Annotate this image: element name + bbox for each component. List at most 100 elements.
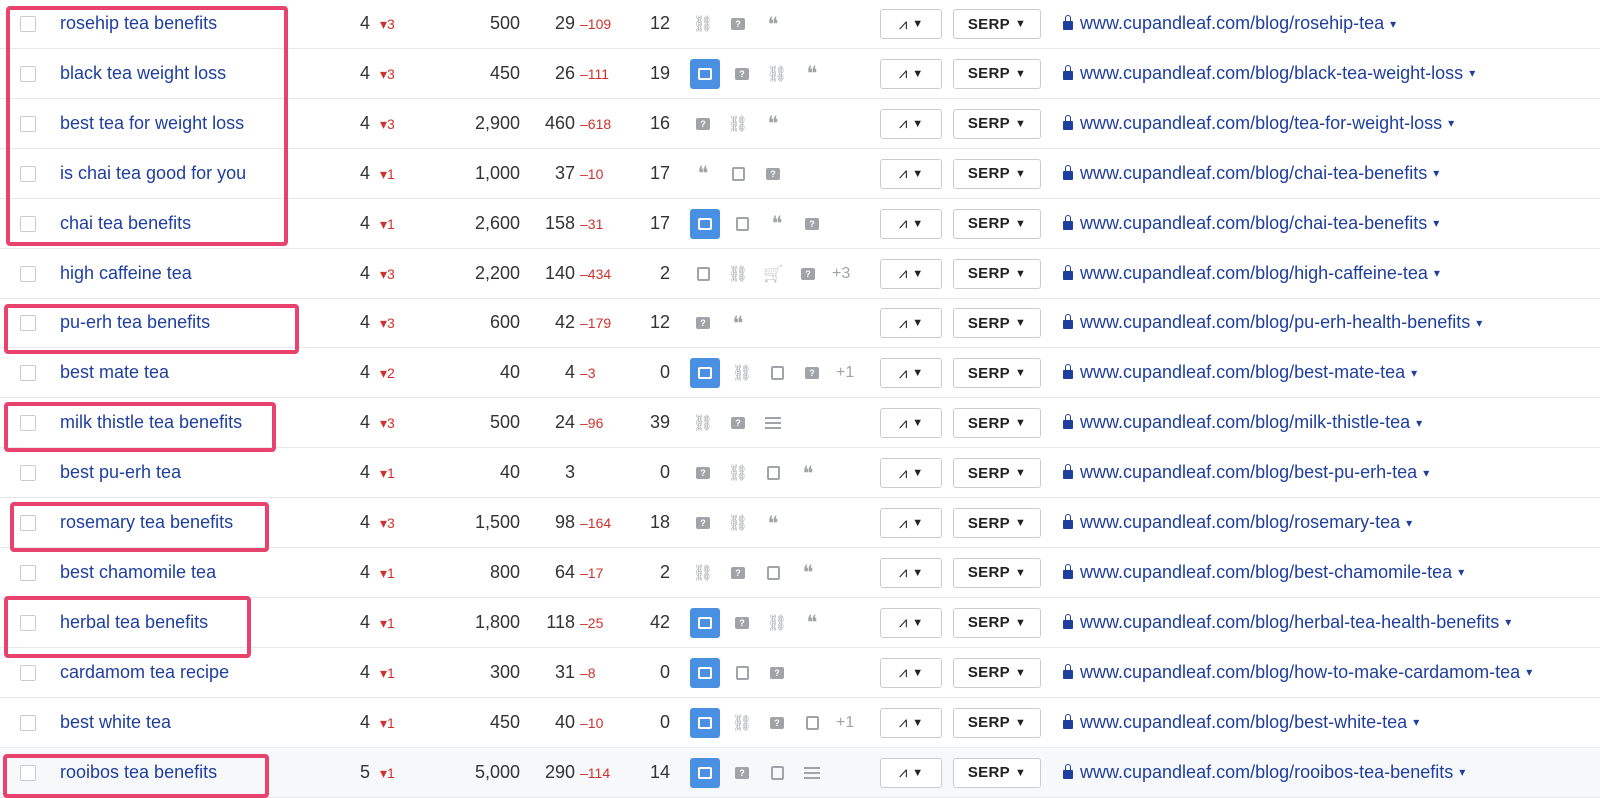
serp-button[interactable]: SERP ▼	[953, 358, 1041, 389]
url-link[interactable]: www.cupandleaf.com/blog/milk-thistle-tea…	[1063, 412, 1422, 433]
position-history-button[interactable]: ⩘ ▼	[880, 408, 942, 439]
chevron-down-icon[interactable]: ▾	[1433, 216, 1439, 230]
url-link[interactable]: www.cupandleaf.com/blog/how-to-make-card…	[1063, 662, 1532, 683]
position-history-button[interactable]: ⩘ ▼	[880, 657, 942, 688]
chevron-down-icon[interactable]: ▾	[1406, 516, 1412, 530]
chevron-down-icon[interactable]: ▾	[1459, 765, 1465, 779]
url-link[interactable]: www.cupandleaf.com/blog/best-white-tea ▾	[1063, 712, 1419, 733]
position-history-button[interactable]: ⩘ ▼	[880, 557, 942, 588]
chevron-down-icon[interactable]: ▾	[1433, 166, 1439, 180]
url-link[interactable]: www.cupandleaf.com/blog/rosemary-tea ▾	[1063, 512, 1412, 533]
serp-button[interactable]: SERP ▼	[953, 408, 1041, 439]
chevron-down-icon[interactable]: ▾	[1434, 266, 1440, 280]
chevron-down-icon[interactable]: ▾	[1413, 715, 1419, 729]
url-link[interactable]: www.cupandleaf.com/blog/chai-tea-benefit…	[1063, 163, 1439, 184]
serp-button[interactable]: SERP ▼	[953, 9, 1041, 39]
position-history-button[interactable]: ⩘ ▼	[880, 358, 942, 389]
url-link[interactable]: www.cupandleaf.com/blog/rosehip-tea ▾	[1063, 13, 1396, 34]
serp-button[interactable]: SERP ▼	[953, 657, 1041, 688]
serp-button[interactable]: SERP ▼	[953, 707, 1041, 738]
chevron-down-icon[interactable]: ▾	[1526, 665, 1532, 679]
serp-button[interactable]: SERP ▼	[953, 158, 1041, 189]
row-checkbox[interactable]	[20, 16, 36, 32]
serp-button[interactable]: SERP ▼	[953, 557, 1041, 588]
keyword-link[interactable]: black tea weight loss	[60, 63, 226, 84]
keyword-link[interactable]: best tea for weight loss	[60, 113, 244, 134]
row-checkbox[interactable]	[20, 515, 36, 531]
serp-features-more[interactable]: +1	[836, 714, 854, 732]
serp-button[interactable]: SERP ▼	[953, 308, 1041, 339]
keyword-link[interactable]: rosehip tea benefits	[60, 13, 217, 34]
keyword-link[interactable]: pu-erh tea benefits	[60, 312, 210, 333]
row-checkbox[interactable]	[20, 265, 36, 282]
serp-button[interactable]: SERP ▼	[953, 607, 1041, 638]
row-checkbox[interactable]	[20, 315, 36, 332]
traffic-change: –17	[580, 564, 604, 581]
keyword-link[interactable]: best pu-erh tea	[60, 462, 181, 483]
keyword-link[interactable]: best chamomile tea	[60, 562, 216, 583]
position-history-button[interactable]: ⩘ ▼	[880, 108, 942, 139]
row-checkbox[interactable]	[20, 365, 36, 382]
keyword-link[interactable]: high caffeine tea	[60, 263, 192, 284]
row-checkbox[interactable]	[20, 564, 36, 581]
row-checkbox[interactable]	[20, 664, 36, 681]
serp-features-more[interactable]: +1	[836, 364, 854, 382]
row-checkbox[interactable]	[20, 614, 36, 631]
keyword-link[interactable]: cardamom tea recipe	[60, 662, 229, 683]
row-checkbox[interactable]	[20, 714, 36, 731]
keyword-link[interactable]: rosemary tea benefits	[60, 512, 233, 533]
row-checkbox[interactable]	[20, 215, 36, 232]
position-history-button[interactable]: ⩘ ▼	[880, 58, 942, 89]
chevron-down-icon[interactable]: ▾	[1458, 565, 1464, 579]
serp-button[interactable]: SERP ▼	[953, 208, 1041, 239]
url-link[interactable]: www.cupandleaf.com/blog/herbal-tea-healt…	[1063, 612, 1511, 633]
url-link[interactable]: www.cupandleaf.com/blog/best-pu-erh-tea ▾	[1063, 462, 1429, 483]
position-history-button[interactable]: ⩘ ▼	[880, 508, 942, 538]
position-history-button[interactable]: ⩘ ▼	[880, 208, 942, 239]
position-history-button[interactable]: ⩘ ▼	[880, 158, 942, 189]
position-history-button[interactable]: ⩘ ▼	[880, 308, 942, 339]
serp-features-more[interactable]: +3	[832, 265, 850, 283]
keyword-link[interactable]: best mate tea	[60, 362, 169, 383]
keyword-link[interactable]: best white tea	[60, 712, 171, 733]
serp-button[interactable]: SERP ▼	[953, 757, 1041, 788]
position-history-button[interactable]: ⩘ ▼	[880, 458, 942, 489]
serp-button[interactable]: SERP ▼	[953, 458, 1041, 489]
row-checkbox[interactable]	[20, 465, 36, 482]
url-link[interactable]: www.cupandleaf.com/blog/best-mate-tea ▾	[1063, 362, 1417, 383]
url-link[interactable]: www.cupandleaf.com/blog/tea-for-weight-l…	[1063, 113, 1454, 134]
row-checkbox[interactable]	[20, 115, 36, 132]
row-checkbox[interactable]	[20, 764, 36, 781]
url-link[interactable]: www.cupandleaf.com/blog/best-chamomile-t…	[1063, 562, 1464, 583]
keyword-link[interactable]: chai tea benefits	[60, 213, 191, 234]
position-history-button[interactable]: ⩘ ▼	[880, 757, 942, 788]
serp-button[interactable]: SERP ▼	[953, 508, 1041, 538]
chevron-down-icon[interactable]: ▾	[1448, 116, 1454, 130]
serp-button[interactable]: SERP ▼	[953, 258, 1041, 289]
position-history-button[interactable]: ⩘ ▼	[880, 707, 942, 738]
chevron-down-icon[interactable]: ▾	[1476, 316, 1482, 330]
row-checkbox[interactable]	[20, 65, 36, 82]
serp-button[interactable]: SERP ▼	[953, 58, 1041, 89]
url-link[interactable]: www.cupandleaf.com/blog/chai-tea-benefit…	[1063, 213, 1439, 234]
row-checkbox[interactable]	[20, 415, 36, 432]
url-link[interactable]: www.cupandleaf.com/blog/high-caffeine-te…	[1063, 263, 1440, 284]
url-link[interactable]: www.cupandleaf.com/blog/pu-erh-health-be…	[1063, 312, 1482, 333]
keyword-link[interactable]: milk thistle tea benefits	[60, 412, 242, 433]
position-history-button[interactable]: ⩘ ▼	[880, 258, 942, 289]
keyword-link[interactable]: herbal tea benefits	[60, 612, 208, 633]
chevron-down-icon[interactable]: ▾	[1416, 416, 1422, 430]
chevron-down-icon[interactable]: ▾	[1423, 466, 1429, 480]
keyword-link[interactable]: rooibos tea benefits	[60, 762, 217, 783]
serp-button[interactable]: SERP ▼	[953, 108, 1041, 139]
url-link[interactable]: www.cupandleaf.com/blog/black-tea-weight…	[1063, 63, 1475, 84]
chevron-down-icon[interactable]: ▾	[1390, 17, 1396, 31]
chevron-down-icon[interactable]: ▾	[1411, 366, 1417, 380]
keyword-link[interactable]: is chai tea good for you	[60, 163, 246, 184]
row-checkbox[interactable]	[20, 165, 36, 182]
chevron-down-icon[interactable]: ▾	[1505, 615, 1511, 629]
url-link[interactable]: www.cupandleaf.com/blog/rooibos-tea-bene…	[1063, 762, 1465, 783]
position-history-button[interactable]: ⩘ ▼	[880, 607, 942, 638]
position-history-button[interactable]: ⩘ ▼	[880, 9, 942, 39]
chevron-down-icon[interactable]: ▾	[1469, 66, 1475, 80]
